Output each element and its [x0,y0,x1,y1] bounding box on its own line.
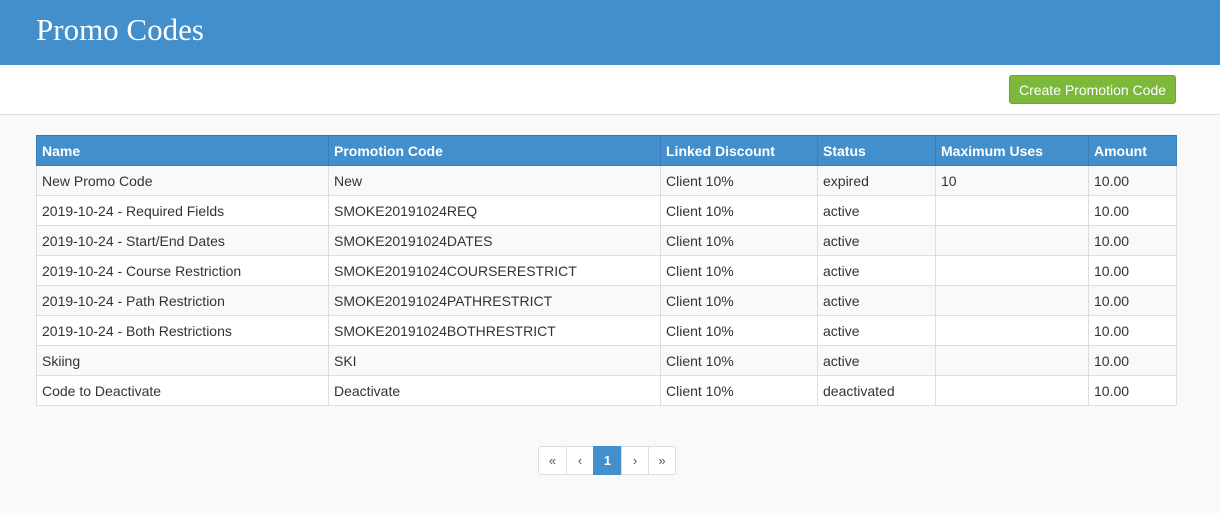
cell-promotion-code: SMOKE20191024PATHRESTRICT [328,285,661,316]
cell-linked-discount: Client 10% [660,195,818,226]
cell-linked-discount: Client 10% [660,255,818,286]
cell-amount: 10.00 [1088,195,1177,226]
cell-promotion-code: SMOKE20191024REQ [328,195,661,226]
cell-maximum-uses [935,375,1089,406]
cell-linked-discount: Client 10% [660,375,818,406]
cell-amount: 10.00 [1088,315,1177,346]
cell-maximum-uses [935,255,1089,286]
cell-promotion-code: SMOKE20191024DATES [328,225,661,256]
table-row[interactable]: 2019-10-24 - Start/End Dates SMOKE201910… [36,225,1177,256]
cell-name[interactable]: 2019-10-24 - Course Restriction [36,255,329,286]
cell-amount: 10.00 [1088,375,1177,406]
cell-status: deactivated [817,375,936,406]
cell-status: expired [817,165,936,196]
table-header-row: Name Promotion Code Linked Discount Stat… [36,135,1177,166]
table-row[interactable]: New Promo Code New Client 10% expired 10… [36,165,1177,196]
column-header-promotion-code[interactable]: Promotion Code [328,135,661,166]
cell-status: active [817,285,936,316]
cell-amount: 10.00 [1088,165,1177,196]
cell-name[interactable]: New Promo Code [36,165,329,196]
cell-name[interactable]: 2019-10-24 - Path Restriction [36,285,329,316]
page-header: Promo Codes [0,0,1220,65]
cell-name[interactable]: 2019-10-24 - Both Restrictions [36,315,329,346]
cell-maximum-uses [935,225,1089,256]
pagination-last-button[interactable]: » [648,446,676,475]
table-row[interactable]: Skiing SKI Client 10% active 10.00 [36,345,1177,376]
cell-maximum-uses: 10 [935,165,1089,196]
cell-linked-discount: Client 10% [660,285,818,316]
pagination: « ‹ 1 › » [538,446,676,475]
cell-maximum-uses [935,345,1089,376]
cell-name[interactable]: Skiing [36,345,329,376]
column-header-name[interactable]: Name [36,135,329,166]
cell-name[interactable]: 2019-10-24 - Required Fields [36,195,329,226]
table-row[interactable]: 2019-10-24 - Required Fields SMOKE201910… [36,195,1177,226]
cell-amount: 10.00 [1088,255,1177,286]
cell-status: active [817,225,936,256]
cell-linked-discount: Client 10% [660,225,818,256]
cell-linked-discount: Client 10% [660,345,818,376]
pagination-next-button[interactable]: › [621,446,649,475]
page-title: Promo Codes [36,12,204,47]
cell-maximum-uses [935,315,1089,346]
table-row[interactable]: Code to Deactivate Deactivate Client 10%… [36,375,1177,406]
pagination-page-1[interactable]: 1 [593,446,622,475]
cell-amount: 10.00 [1088,345,1177,376]
cell-maximum-uses [935,195,1089,226]
toolbar: Create Promotion Code [0,65,1220,115]
column-header-amount[interactable]: Amount [1088,135,1177,166]
table-row[interactable]: 2019-10-24 - Course Restriction SMOKE201… [36,255,1177,286]
column-header-status[interactable]: Status [817,135,936,166]
promo-codes-table: Name Promotion Code Linked Discount Stat… [36,135,1177,406]
cell-status: active [817,255,936,286]
cell-amount: 10.00 [1088,285,1177,316]
promo-codes-table-container: Name Promotion Code Linked Discount Stat… [36,135,1177,406]
table-row[interactable]: 2019-10-24 - Both Restrictions SMOKE2019… [36,315,1177,346]
cell-linked-discount: Client 10% [660,165,818,196]
cell-status: active [817,195,936,226]
column-header-linked-discount[interactable]: Linked Discount [660,135,818,166]
cell-promotion-code: SKI [328,345,661,376]
cell-promotion-code: Deactivate [328,375,661,406]
create-promotion-code-button[interactable]: Create Promotion Code [1009,75,1176,104]
cell-status: active [817,345,936,376]
cell-promotion-code: New [328,165,661,196]
cell-name[interactable]: 2019-10-24 - Start/End Dates [36,225,329,256]
cell-status: active [817,315,936,346]
pagination-first-button[interactable]: « [538,446,567,475]
pagination-prev-button[interactable]: ‹ [566,446,594,475]
cell-maximum-uses [935,285,1089,316]
cell-promotion-code: SMOKE20191024BOTHRESTRICT [328,315,661,346]
cell-amount: 10.00 [1088,225,1177,256]
column-header-maximum-uses[interactable]: Maximum Uses [935,135,1089,166]
cell-name[interactable]: Code to Deactivate [36,375,329,406]
table-row[interactable]: 2019-10-24 - Path Restriction SMOKE20191… [36,285,1177,316]
cell-promotion-code: SMOKE20191024COURSERESTRICT [328,255,661,286]
cell-linked-discount: Client 10% [660,315,818,346]
